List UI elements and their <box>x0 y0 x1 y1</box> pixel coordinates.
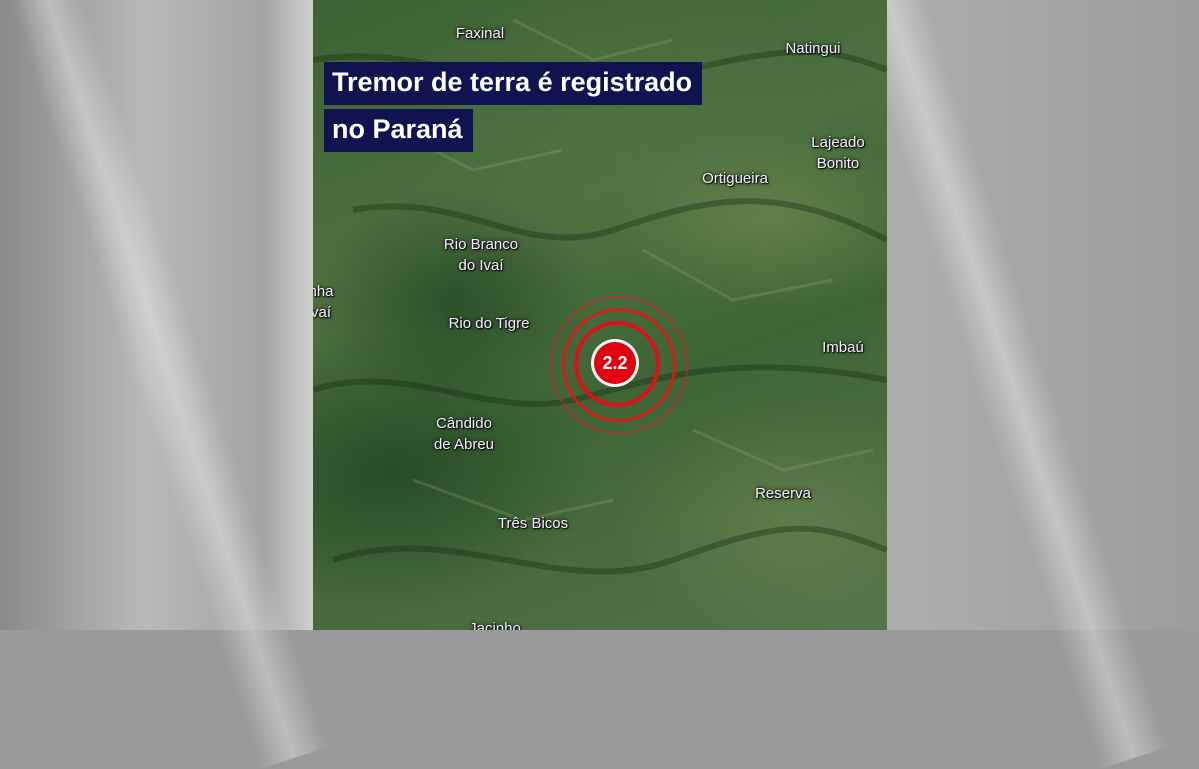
headline-line-1: Tremor de terra é registrado <box>324 62 703 105</box>
backdrop-light-streak <box>0 0 328 769</box>
place-label: Rio do Tigre <box>448 315 530 332</box>
place-label: Lajeado Bonito <box>811 134 865 172</box>
place-label: Rio Branco do Ivaí <box>443 236 519 274</box>
place-label: Três Bicos <box>497 515 569 532</box>
place-label: Ortigueira <box>702 170 768 187</box>
place-label: Jacinho <box>469 620 521 630</box>
place-label: Natingui <box>785 40 841 57</box>
headline-line-2: no Paraná <box>324 109 473 152</box>
place-label: Cândido de Abreu <box>433 415 495 453</box>
headline-banner: Tremor de terra é registrado no Paraná <box>324 62 703 156</box>
place-label: Imbaú <box>822 339 864 356</box>
place-label: nha vaí <box>313 283 334 321</box>
place-label: Faxinal <box>455 25 505 42</box>
place-label: Reserva <box>755 485 811 502</box>
magnitude-marker: 2.2 <box>594 342 636 384</box>
